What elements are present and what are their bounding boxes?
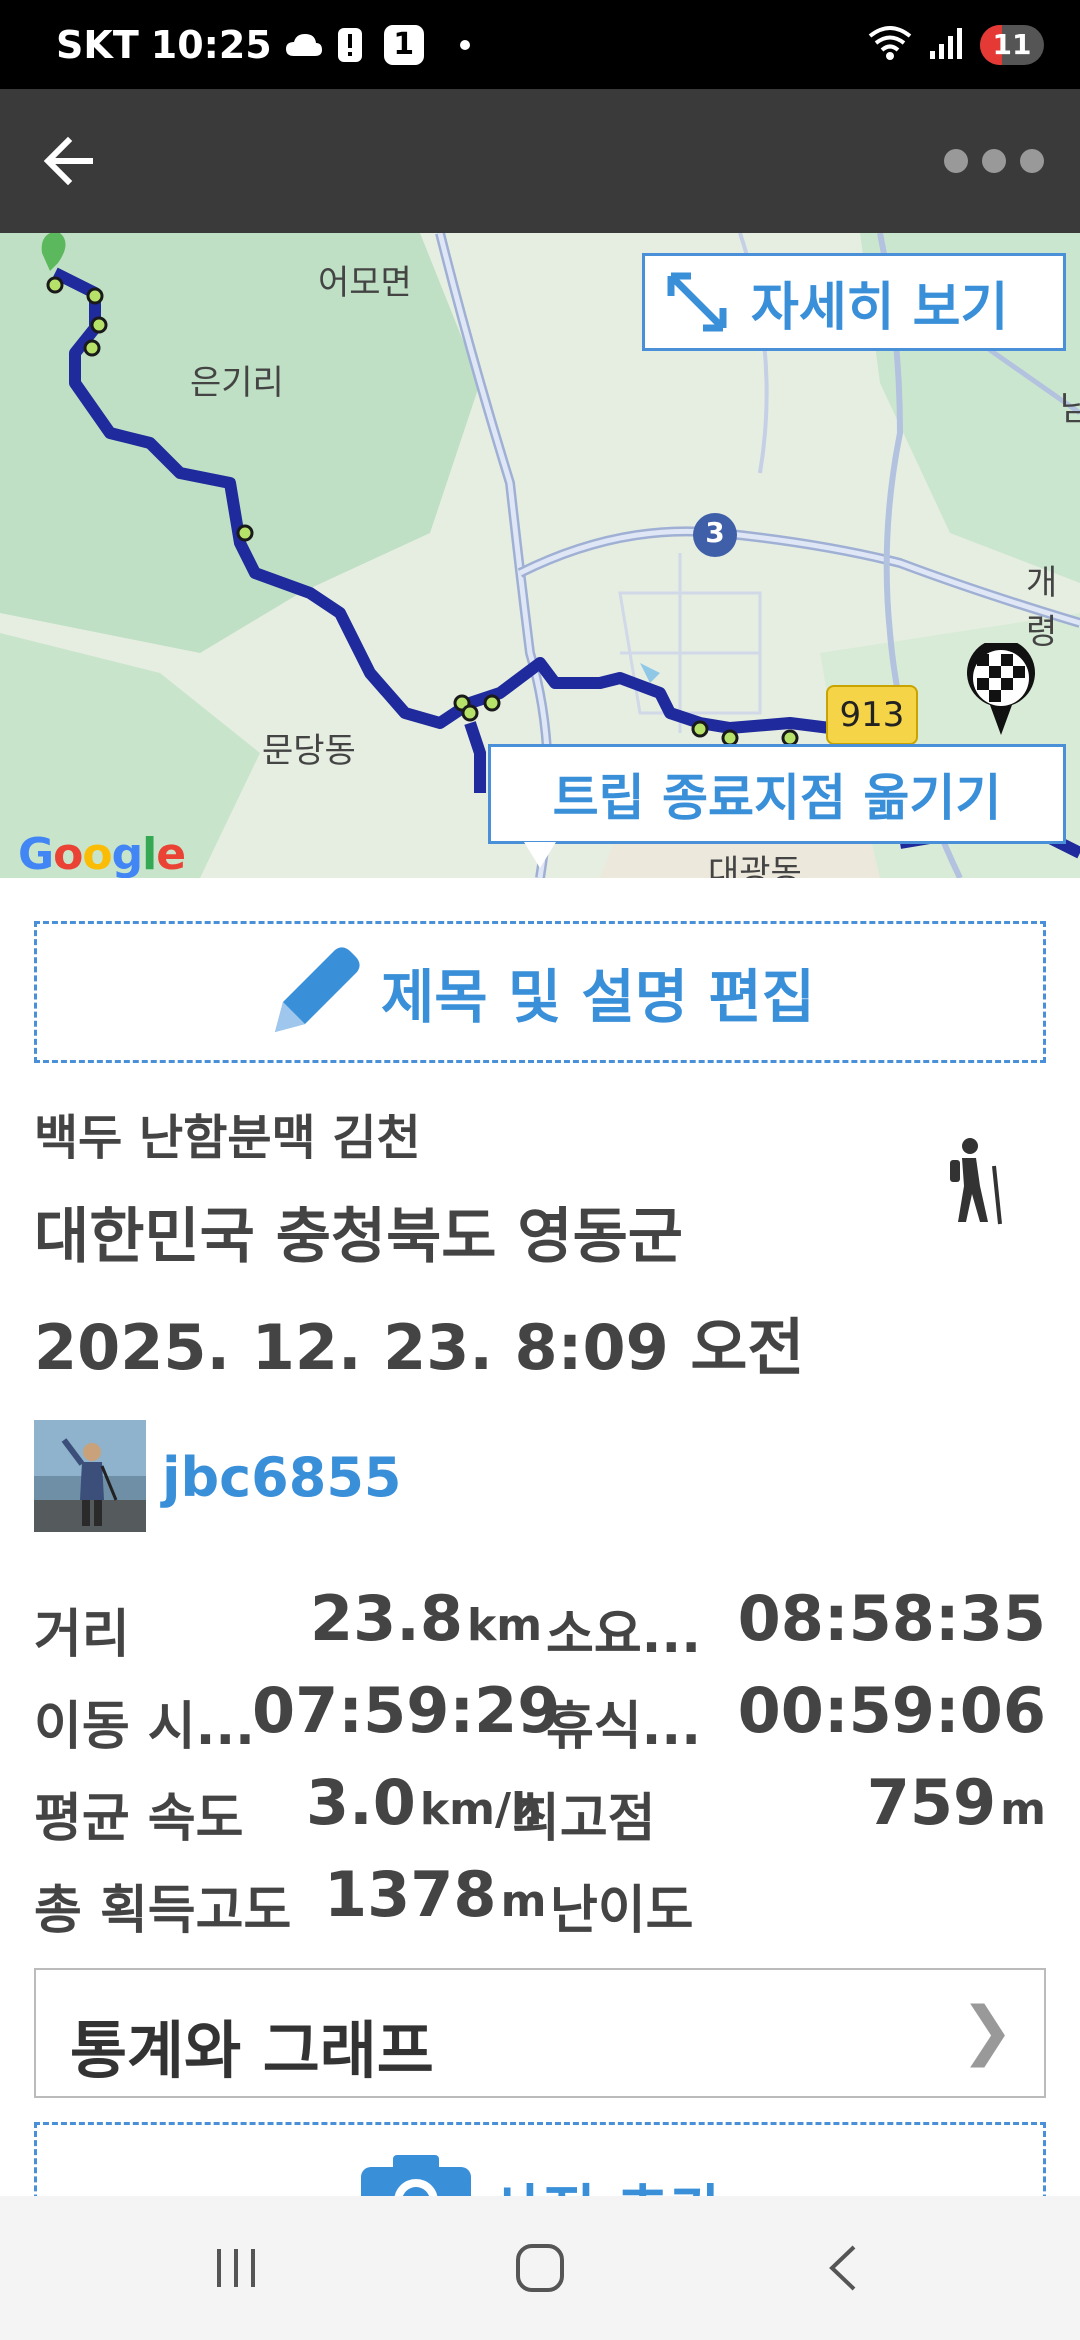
hiker-icon (950, 1138, 1002, 1225)
moving-time-value: 07:59:29 (252, 1674, 561, 1747)
system-nav-bar (0, 2196, 1080, 2340)
move-trip-end-button[interactable]: 트립 종료지점 옮기기 (488, 744, 1066, 844)
route-number-marker: 3 (705, 516, 725, 549)
home-button[interactable] (506, 2236, 574, 2300)
carrier-label: SKT (56, 22, 139, 67)
wifi-icon (868, 24, 912, 66)
pencil-icon (274, 947, 360, 1032)
trip-date: 2025. 12. 23. 8:09 오전 (34, 1311, 805, 1384)
map-label-gaeryeong: 개령 (1026, 563, 1058, 652)
google-logo: Google (18, 829, 186, 878)
map-label-nam: 남 (1060, 389, 1080, 429)
detail-view-label: 자세히 보기 (751, 277, 1009, 338)
max-elevation-label: 최고점 (512, 1789, 656, 1849)
recent-apps-icon (217, 2249, 255, 2287)
stats-graph-button[interactable]: 통계와 그래프 ❯ (34, 1968, 1046, 2098)
elevation-gain-value: 1378m (324, 1858, 547, 1931)
battery-level: 11 (992, 27, 1032, 61)
edit-title-label: 제목 및 설명 편집 (380, 963, 816, 1031)
back-button[interactable] (40, 131, 130, 191)
username-link[interactable]: jbc6855 (162, 1446, 401, 1509)
rest-time-value: 00:59:06 (737, 1674, 1046, 1747)
map-label-daegwang: 대광동 (708, 853, 802, 878)
status-bar: SKT 10:25 1 11 (0, 0, 1080, 89)
trip-title: 백두 난함분맥 김천 (34, 1110, 421, 1166)
stat-row-distance: 거리 23.8km 소요... 08:58:35 (34, 1582, 1046, 1665)
map-label-eomo: 어모면 (318, 263, 412, 303)
stat-row-moving: 이동 시... 07:59:29 휴식... 00:59:06 (34, 1674, 1046, 1757)
duration-value: 08:58:35 (737, 1582, 1046, 1655)
edit-title-button[interactable]: 제목 및 설명 편집 (34, 921, 1046, 1063)
more-dots-icon (944, 149, 968, 173)
chevron-left-icon (829, 2245, 856, 2291)
rest-time-label: 휴식... (546, 1697, 701, 1757)
map-label-eungi: 은기리 (190, 363, 284, 403)
avg-speed-value: 3.0km/h (306, 1766, 543, 1839)
battery-icon: 11 (980, 24, 1044, 65)
stat-row-speed: 평균 속도 3.0km/h 최고점 759m (34, 1766, 1046, 1849)
app-bar (0, 89, 1080, 233)
more-options-button[interactable] (944, 139, 1044, 183)
callout-pointer (524, 842, 556, 868)
elevation-gain-label: 총 획득고도 (34, 1881, 292, 1941)
home-icon (516, 2244, 564, 2292)
more-notifications-dot (459, 39, 470, 50)
distance-value: 23.8km (310, 1582, 543, 1655)
status-left: SKT 10:25 1 (56, 0, 482, 89)
max-elevation-value: 759m (866, 1766, 1046, 1839)
stats-graph-label: 통계와 그래프 (70, 2014, 434, 2087)
stat-row-gain: 총 획득고도 1378m 난이도 (34, 1858, 1046, 1941)
recent-apps-button[interactable] (206, 2236, 266, 2300)
notification-badge: 1 (383, 24, 424, 65)
finish-flag-icon[interactable] (966, 643, 1036, 737)
status-right: 11 (868, 0, 1044, 89)
distance-label: 거리 (34, 1605, 130, 1665)
arrow-left-icon (43, 136, 93, 186)
expand-icon (667, 272, 727, 332)
cloud-icon (284, 30, 324, 60)
system-back-button[interactable] (812, 2236, 872, 2300)
difficulty-label: 난이도 (550, 1881, 694, 1941)
avg-speed-label: 평균 속도 (34, 1789, 244, 1849)
duration-label: 소요... (546, 1605, 701, 1665)
clock: 10:25 (150, 22, 272, 67)
signal-icon (928, 25, 964, 65)
road-number-badge: 913 (826, 685, 918, 745)
moving-time-label: 이동 시... (34, 1697, 255, 1757)
avatar[interactable] (34, 1420, 146, 1532)
chevron-right-icon: ❯ (960, 1994, 1014, 2068)
detail-view-button[interactable]: 자세히 보기 (642, 253, 1066, 351)
alert-icon (336, 26, 364, 64)
trip-location: 대한민국 충청북도 영동군 (34, 1202, 683, 1272)
map-label-mundang: 문당동 (262, 731, 356, 771)
